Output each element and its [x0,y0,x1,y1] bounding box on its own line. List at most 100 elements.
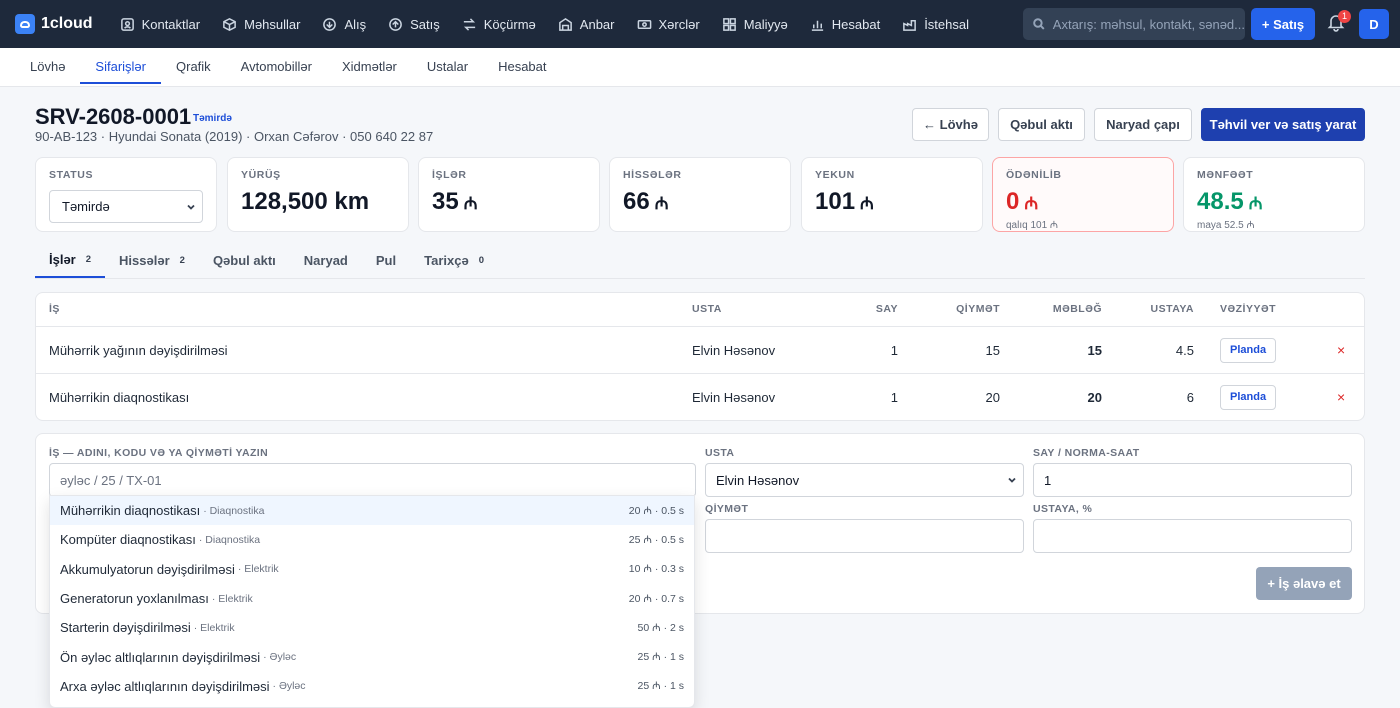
nav-contacts[interactable]: Kontaktlar [109,0,212,48]
global-search-input[interactable]: Axtarış: məhsul, kontakt, sənəd... [1023,8,1245,40]
master-select[interactable]: Elvin Həsənov [705,463,1024,497]
subnav-report[interactable]: Hesabat [483,48,561,84]
module-subnav: Lövhə Sifarişlər Qrafik Avtomobillər Xid… [0,48,1400,87]
tab-acceptance[interactable]: Qəbul aktı [199,244,290,278]
subnav-services[interactable]: Xidmətlər [327,48,412,84]
tab-history-label: Tarixçə [424,253,469,268]
total-value: 101 [815,188,856,215]
nav-products[interactable]: Məhsullar [211,0,311,48]
qty-input[interactable]: 1 [1033,463,1352,497]
expenses-icon [637,19,651,29]
suggestion-item[interactable]: Akkumulyatorun dəyişdirilməsi · Elektrik… [50,555,694,584]
tab-history[interactable]: Tarixçə 0 [410,244,498,278]
report-icon [811,20,823,31]
suggestion-item[interactable]: Starterin dəyişdirilməsi · Elektrik 50 ₼… [50,613,694,642]
suggestion-price-time: 20 ₼ · 0.5 s [628,504,684,517]
header-amount: MƏBLƏĞ [1052,303,1102,315]
notifications-button[interactable]: 1 [1326,10,1351,34]
master-label: USTA [705,447,735,459]
nav-production[interactable]: İstehsal [891,0,980,48]
products-icon [223,17,236,31]
table-row: Mühərrikin diaqnostikası Elvin Həsənov 1… [36,373,1364,420]
sales-icon [389,17,403,31]
tab-parts[interactable]: Hissələr 2 [105,244,199,278]
new-sale-button[interactable]: + Satış [1251,8,1315,40]
header-price: QİYMƏT [956,303,1000,315]
tab-money-label: Pul [375,253,397,268]
suggestion-name: Akkumulyatorun dəyişdirilməsi [60,561,235,577]
back-to-dashboard-button[interactable]: ← Lövhə [912,108,989,141]
state-select[interactable]: Planda [1220,338,1277,363]
tab-parts-label: Hissələr [119,253,170,268]
price-input[interactable] [705,519,1024,553]
master-share: 4.5 [1175,343,1194,358]
deliver-and-create-sale-button[interactable]: Təhvil ver və satış yarat [1201,108,1365,141]
nav-finance[interactable]: Maliyyə [711,0,799,48]
profit-card: MƏNFƏƏT 48.5 ₼ maya 52.5 ₼ [1183,157,1365,232]
header-work: İŞ [49,303,60,315]
user-avatar[interactable]: D [1359,9,1389,39]
work-search-input[interactable]: əyləc / 25 / TX-01 [49,463,696,497]
nav-report-label: Hesabat [831,16,881,32]
suggestion-price-time: 25 ₼ · 1 s [637,680,684,693]
nav-transfer[interactable]: Köçürmə [451,0,547,48]
header-state: VƏZİYYƏT [1220,303,1277,315]
nav-products-label: Məhsullar [244,16,301,32]
nav-warehouse[interactable]: Anbar [547,0,626,48]
suggestion-category: · Elektrik [237,563,279,576]
suggestion-category: · Elektrik [193,621,235,634]
nav-purchase[interactable]: Alış [311,0,377,48]
paid-value: 0 [1006,188,1020,215]
suggestion-item[interactable]: Ön əyləc altlıqlarının dəyişdirilməsi · … [50,642,694,671]
header-master-share: USTAYA [1150,303,1194,315]
add-work-button[interactable]: + İş əlavə et [1256,567,1352,600]
suggestion-item[interactable]: Generatorun yoxlanılması · Elektrik 20 ₼… [50,584,694,613]
tab-work-order[interactable]: Naryad [290,244,362,278]
status-select[interactable]: Təmirdə [49,190,203,223]
purchase-icon [323,17,337,31]
nav-sales[interactable]: Satış [377,0,451,48]
app-logo[interactable]: 1cloud [15,14,93,34]
cost-price: maya 52.5 ₼ [1197,220,1255,231]
nav-finance-label: Maliyyə [743,16,788,32]
delete-row-button[interactable]: × [1337,327,1345,374]
header-master: USTA [692,303,722,315]
suggestion-price-time: 50 ₼ · 2 s [637,621,684,634]
subnav-vehicles[interactable]: Avtomobillər [226,48,327,84]
acceptance-act-button[interactable]: Qəbul aktı [998,108,1085,141]
search-placeholder: Axtarış: məhsul, kontakt, sənəd... [1052,16,1245,32]
qty-label: SAY / NORMA-SAAT [1033,447,1140,459]
suggestion-name: Generatorun yoxlanılması [60,591,209,607]
nav-production-label: İstehsal [924,16,969,32]
notification-count-badge: 1 [1338,10,1351,23]
subnav-schedule[interactable]: Qrafik [161,48,226,84]
tab-parts-count: 2 [179,255,185,266]
suggestion-category: · Diaqnostika [198,533,261,546]
master-share-input[interactable] [1033,519,1352,553]
suggestion-price-time: 25 ₼ · 0.5 s [628,533,684,546]
tab-work-order-label: Naryad [303,253,348,268]
status-badge: Təmirdə [193,113,232,124]
subnav-dashboard[interactable]: Lövhə [15,48,80,84]
price-label: QİYMƏT [705,503,749,515]
paid-total: 0 ₼ [1006,188,1160,216]
nav-report[interactable]: Hesabat [799,0,891,48]
chevron-down-icon [187,204,195,210]
suggestion-name: Ön əyləc altlıqlarının dəyişdirilməsi [60,649,261,665]
state-select[interactable]: Planda [1220,385,1277,410]
tab-works[interactable]: İşlər 2 [35,244,106,278]
mileage-card: YÜRÜŞ 128,500 km [227,157,409,232]
production-icon [903,19,917,31]
suggestion-item[interactable]: Mühərrikin diaqnostikası · Diaqnostika 2… [50,496,694,526]
suggestion-category: · Əyləc [263,651,297,664]
tab-acceptance-label: Qəbul aktı [212,253,276,268]
subnav-masters[interactable]: Ustalar [412,48,483,84]
paid-label: ÖDƏNİLİB [1006,169,1062,181]
suggestion-item[interactable]: Arxa əyləc altlıqlarının dəyişdirilməsi … [50,672,694,701]
nav-expenses[interactable]: Xərclər [626,0,711,48]
suggestion-item[interactable]: Kompüter diaqnostikası · Diaqnostika 25 … [50,525,694,554]
delete-row-button[interactable]: × [1337,374,1345,420]
print-order-button[interactable]: Naryad çapı [1094,108,1192,141]
tab-money[interactable]: Pul [362,244,410,278]
subnav-orders[interactable]: Sifarişlər [80,48,161,84]
